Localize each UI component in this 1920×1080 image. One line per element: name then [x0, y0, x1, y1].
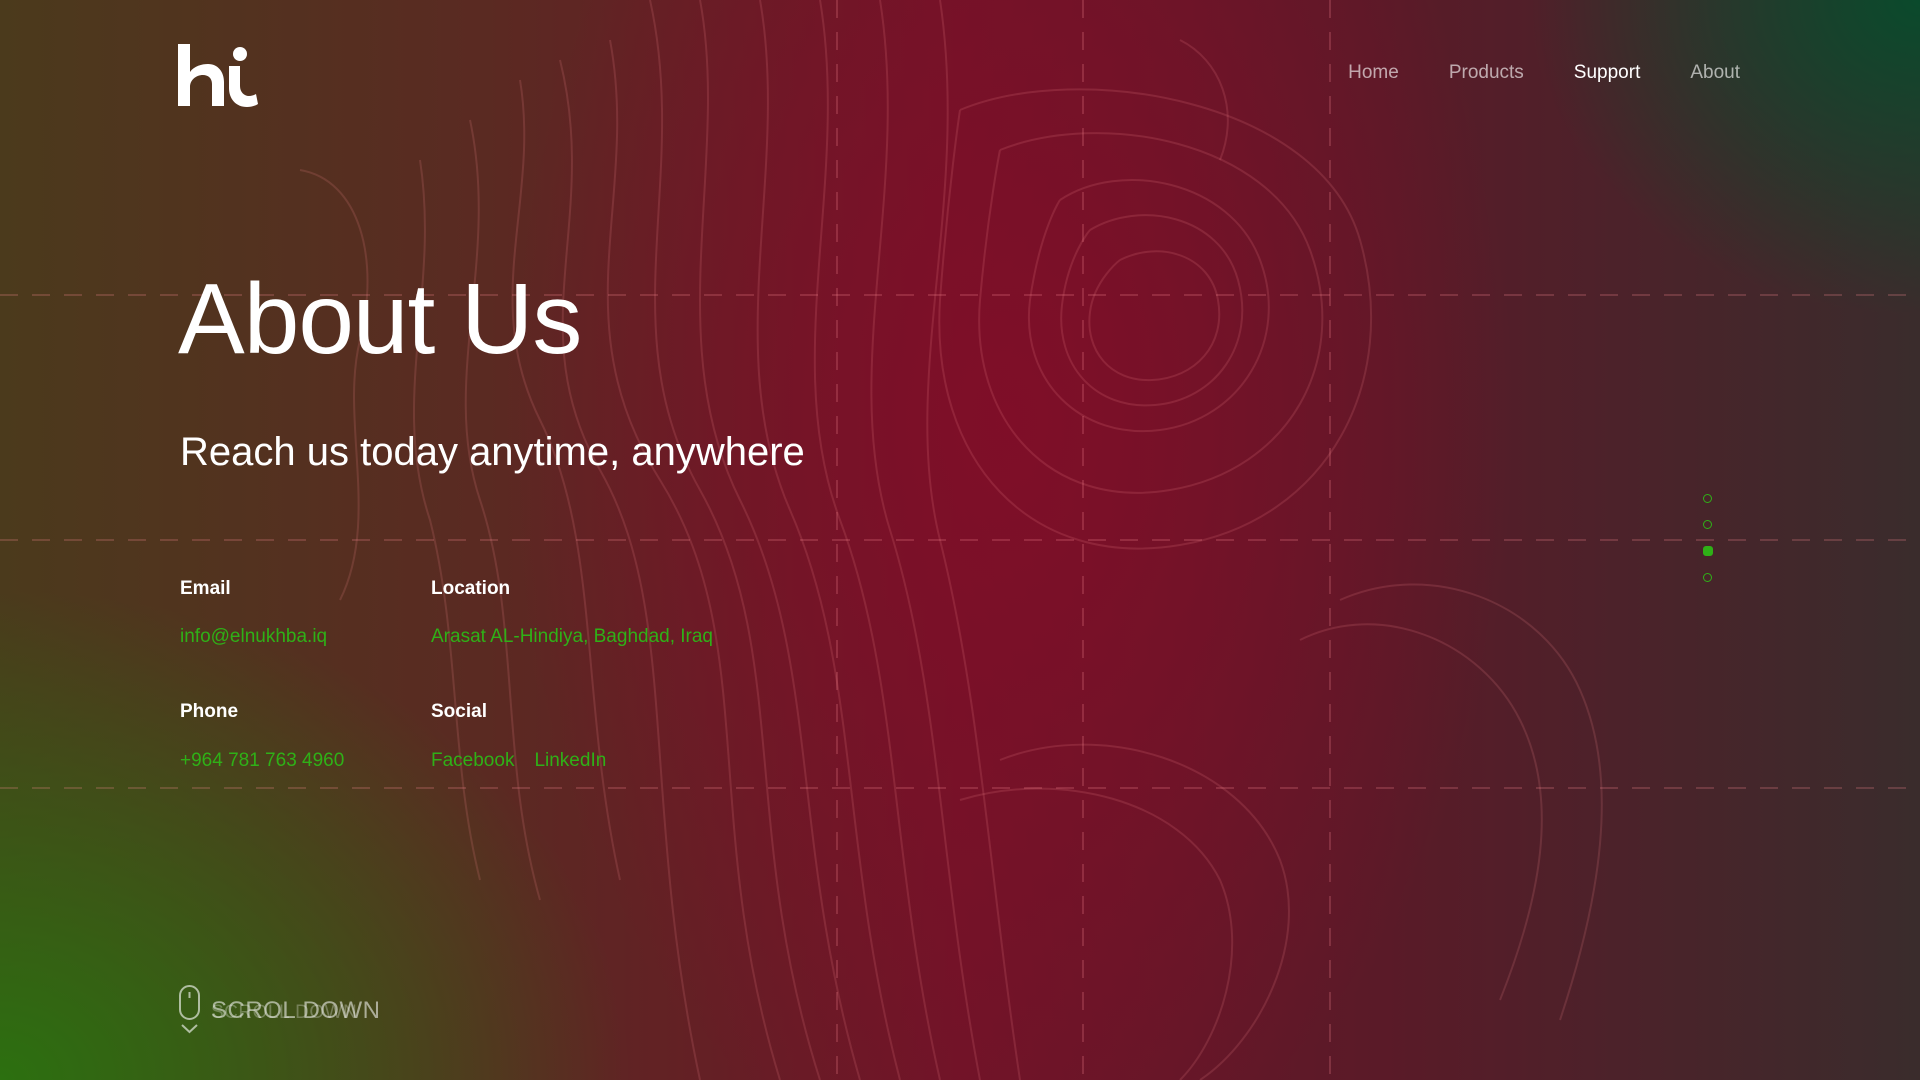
linkedin-link[interactable]: LinkedIn [534, 750, 606, 772]
phone-link[interactable]: +964 781 763 4960 [180, 750, 344, 772]
location-link[interactable]: Arasat AL-Hindiya, Baghdad, Iraq [431, 626, 713, 648]
nav-link-support[interactable]: Support [1574, 62, 1641, 84]
pagination-dot-active[interactable] [1703, 546, 1713, 556]
mouse-icon [179, 985, 200, 1034]
pagination-dot[interactable] [1703, 494, 1712, 503]
scroll-down-label: SCROL DOWN [211, 997, 381, 1024]
facebook-link[interactable]: Facebook [431, 750, 514, 772]
pagination-dot[interactable] [1703, 573, 1712, 582]
email-label: Email [180, 578, 231, 599]
brand-logo-icon[interactable] [178, 42, 258, 108]
social-label: Social [431, 701, 487, 722]
topographic-contour-pattern [0, 0, 1920, 1080]
section-pagination [1703, 494, 1715, 599]
nav-link-products[interactable]: Products [1449, 62, 1524, 84]
social-links: Facebook LinkedIn [431, 750, 606, 772]
location-label: Location [431, 578, 511, 599]
nav-link-home[interactable]: Home [1348, 62, 1399, 84]
phone-label: Phone [180, 701, 239, 722]
nav-link-about[interactable]: About [1690, 62, 1740, 84]
page-title: About Us [178, 263, 582, 375]
email-link[interactable]: info@elnukhba.iq [180, 626, 327, 648]
site-header: Home Products Support About [0, 0, 1920, 150]
page-subtitle: Reach us today anytime, anywhere [180, 430, 805, 474]
pagination-dot[interactable] [1703, 520, 1712, 529]
main-nav: Home Products Support About [1348, 62, 1740, 84]
